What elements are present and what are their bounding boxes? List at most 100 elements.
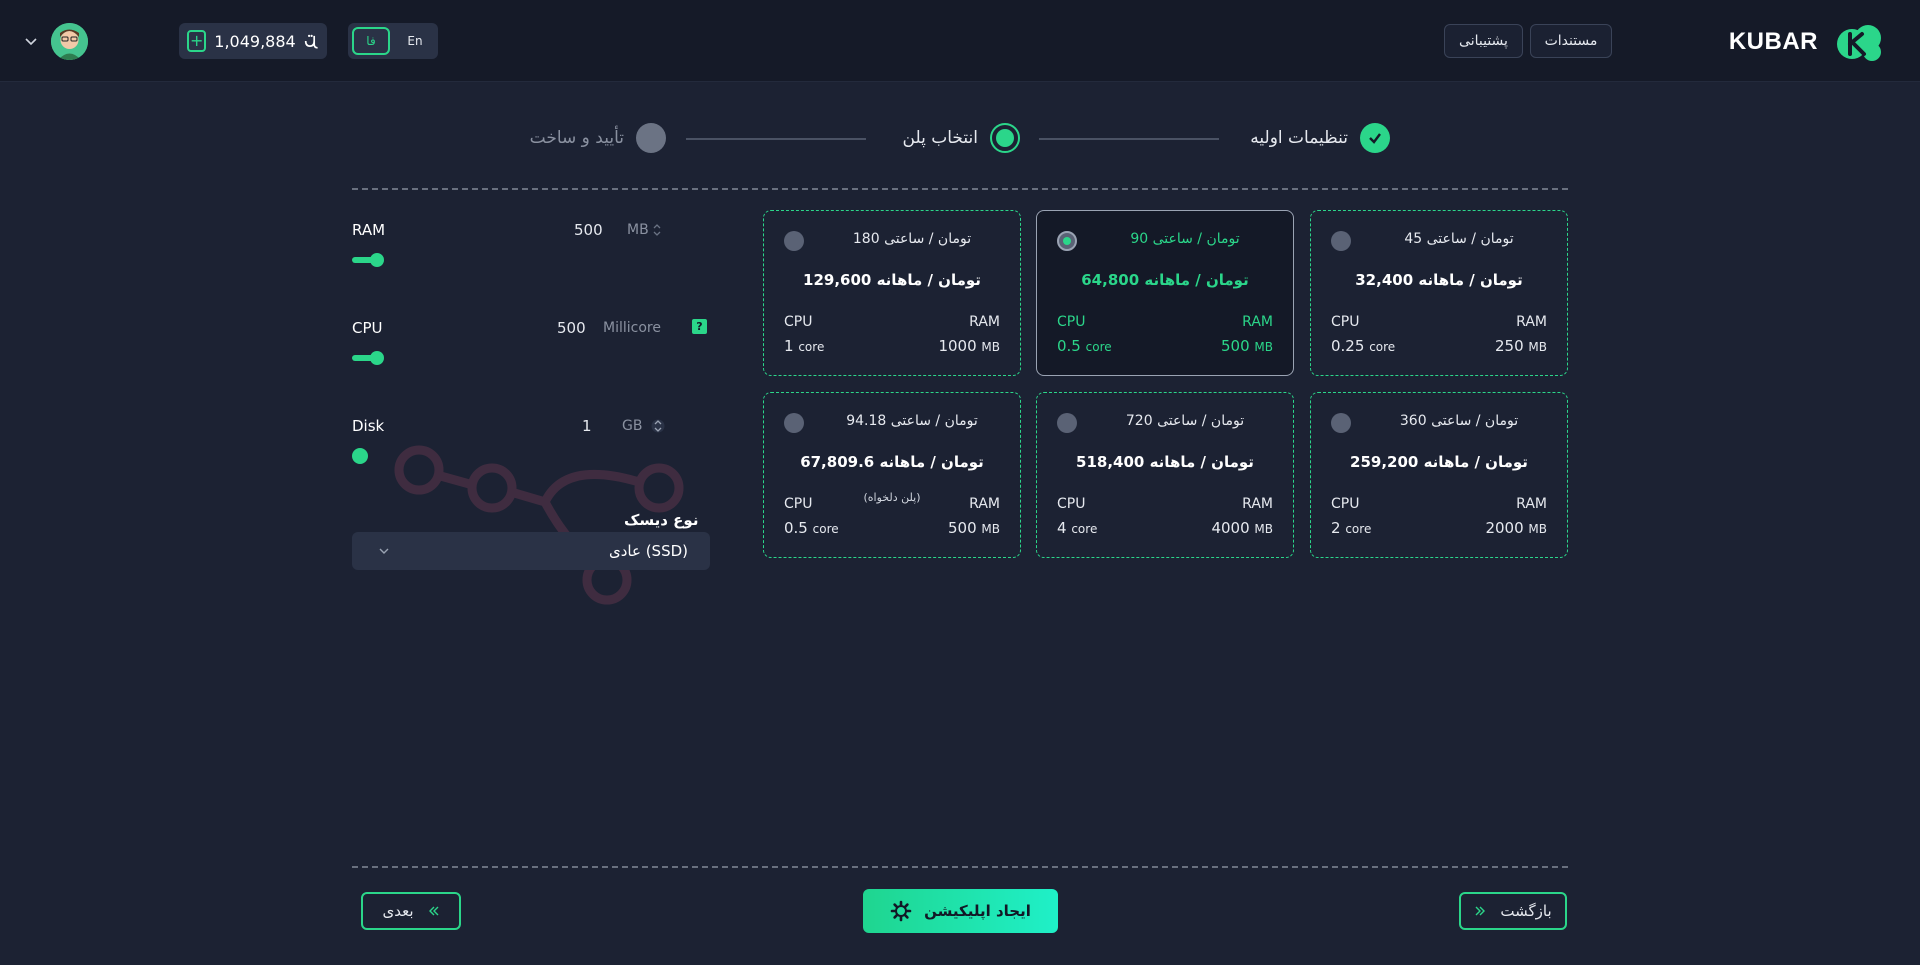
next-label: بعدی [382, 902, 414, 920]
ram-unit: MB [627, 222, 649, 238]
check-icon [1360, 123, 1390, 153]
create-app-label: ایجاد اپلیکیشن [924, 902, 1031, 920]
plan-radio[interactable] [1331, 231, 1351, 251]
cpu-title: CPU [352, 319, 383, 337]
step-label: انتخاب پلن [902, 128, 978, 148]
step-label: تنظیمات اولیه [1250, 128, 1348, 148]
language-switcher: فا En [348, 23, 438, 59]
disk-slider[interactable] [352, 448, 368, 464]
plus-icon[interactable]: + [187, 30, 207, 52]
plan-hourly-price: 45 تومان / ساعتی [1404, 231, 1514, 247]
double-chevron-right-icon [1475, 906, 1486, 916]
cpu-unit: Millicore [603, 320, 661, 336]
plan-ram-value: 500 MB [1220, 337, 1273, 355]
divider [352, 866, 1568, 868]
plan-radio[interactable] [784, 231, 804, 251]
plan-monthly-price: 67,809.6 تومان / ماهانه [800, 453, 984, 471]
plan-ram-value: 2000 MB [1485, 519, 1547, 537]
lang-en-option[interactable]: En [396, 27, 434, 55]
plan-cpu-value: 4 core [1057, 519, 1098, 537]
plan-hourly-price: 94.18 تومان / ساعتی [846, 413, 978, 429]
plan-hourly-price: 360 تومان / ساعتی [1399, 413, 1519, 429]
lang-fa-option[interactable]: فا [352, 27, 390, 55]
plan-hourly-price: 180 تومان / ساعتی [852, 231, 972, 247]
step-choose-plan: انتخاب پلن [903, 121, 1020, 155]
active-step-icon [990, 123, 1020, 153]
wallet-balance: + 1,049,884 [179, 23, 327, 59]
disk-type-value: عادی (SSD) [608, 542, 688, 560]
plan-ram-label: RAM [969, 314, 1000, 330]
plan-cpu-value: 0.5 core [784, 519, 839, 537]
brand-logo[interactable]: KUBAR [1729, 22, 1886, 62]
plan-card[interactable]: 360 تومان / ساعتی 259,200 تومان / ماهانه R… [1310, 392, 1568, 558]
cpu-slider[interactable] [352, 351, 386, 365]
toman-icon [304, 34, 318, 49]
plan-cpu-label: CPU [784, 496, 813, 512]
avatar-image [51, 23, 88, 60]
cpu-value-input[interactable]: 500 [557, 319, 586, 337]
plan-ram-label: RAM [1516, 314, 1547, 330]
help-icon[interactable]: ? [692, 319, 707, 334]
step-confirm-create: تأیید و ساخت [530, 121, 666, 155]
user-avatar[interactable] [51, 23, 88, 60]
plan-radio[interactable] [1057, 413, 1077, 433]
plan-monthly-price: 64,800 تومان / ماهانه [1081, 271, 1249, 289]
kubar-logo-icon [1837, 25, 1881, 61]
plan-monthly-price: 32,400 تومان / ماهانه [1355, 271, 1523, 289]
plan-cpu-value: 2 core [1331, 519, 1372, 537]
plan-card[interactable]: 94.18 تومان / ساعتی 67,809.6 تومان / ماها… [763, 392, 1021, 558]
ram-title: RAM [352, 221, 386, 239]
disk-unit: GB [622, 418, 643, 434]
plan-ram-label: RAM [969, 496, 1000, 512]
chevron-down-icon [379, 548, 389, 554]
plan-ram-value: 250 MB [1494, 337, 1547, 355]
plan-ram-value: 500 MB [947, 519, 1000, 537]
plan-radio[interactable] [1057, 231, 1077, 251]
chevron-down-icon[interactable] [24, 34, 38, 48]
plan-monthly-price: 518,400 تومان / ماهانه [1076, 453, 1254, 471]
support-button[interactable]: پشتیبانی [1444, 24, 1523, 58]
gear-icon [890, 900, 912, 922]
disk-value-input[interactable]: 1 [582, 417, 592, 435]
stepper-connector [1039, 138, 1219, 140]
plan-monthly-price: 129,600 تومان / ماهانه [803, 271, 981, 289]
plan-cpu-value: 0.25 core [1331, 337, 1396, 355]
step-label: تأیید و ساخت [529, 128, 624, 148]
plan-card[interactable]: 90 تومان / ساعتی 64,800 تومان / ماهانه RAM… [1036, 210, 1294, 376]
plan-radio[interactable] [784, 413, 804, 433]
plan-card[interactable]: 180 تومان / ساعتی 129,600 تومان / ماهانه R… [763, 210, 1021, 376]
plan-ram-label: RAM [1242, 496, 1273, 512]
plan-radio[interactable] [1331, 413, 1351, 433]
double-chevron-left-icon [428, 906, 439, 916]
plan-ram-value: 4000 MB [1211, 519, 1273, 537]
top-header: KUBAR مستندات پشتیبانی فا En + 1,049,884 [0, 0, 1920, 82]
divider [352, 188, 1568, 190]
disk-title: Disk [352, 417, 385, 435]
plan-ram-label: RAM [1516, 496, 1547, 512]
plan-cpu-label: CPU [1331, 314, 1360, 330]
plan-cpu-label: CPU [1057, 496, 1086, 512]
disk-type-select[interactable]: عادی (SSD) [352, 532, 710, 570]
plan-hourly-price: 90 تومان / ساعتی [1130, 231, 1240, 247]
docs-button[interactable]: مستندات [1530, 24, 1612, 58]
pending-step-icon [636, 123, 666, 153]
plan-ram-value: 1000 MB [938, 337, 1000, 355]
stepper-connector [686, 138, 866, 140]
plan-hourly-price: 720 تومان / ساعتی [1125, 413, 1245, 429]
balance-amount: 1,049,884 [214, 31, 296, 51]
ram-value-input[interactable]: 500 [574, 221, 603, 239]
stepper-arrows-icon[interactable] [653, 222, 661, 238]
stepper-arrows-icon[interactable] [651, 417, 665, 435]
plan-card[interactable]: 720 تومان / ساعتی 518,400 تومان / ماهانه R… [1036, 392, 1294, 558]
plan-cpu-label: CPU [784, 314, 813, 330]
plan-cpu-label: CPU [1331, 496, 1360, 512]
next-button[interactable]: بعدی [361, 892, 461, 930]
plan-monthly-price: 259,200 تومان / ماهانه [1350, 453, 1528, 471]
create-app-button[interactable]: ایجاد اپلیکیشن [863, 889, 1058, 933]
plan-card[interactable]: 45 تومان / ساعتی 32,400 تومان / ماهانه RAM… [1310, 210, 1568, 376]
step-initial-settings: تنظیمات اولیه [1250, 121, 1390, 155]
disk-type-label: نوع دیسک [624, 511, 699, 529]
back-button[interactable]: بازگشت [1459, 892, 1567, 930]
plan-cpu-label: CPU [1057, 314, 1086, 330]
ram-slider[interactable] [352, 253, 386, 267]
